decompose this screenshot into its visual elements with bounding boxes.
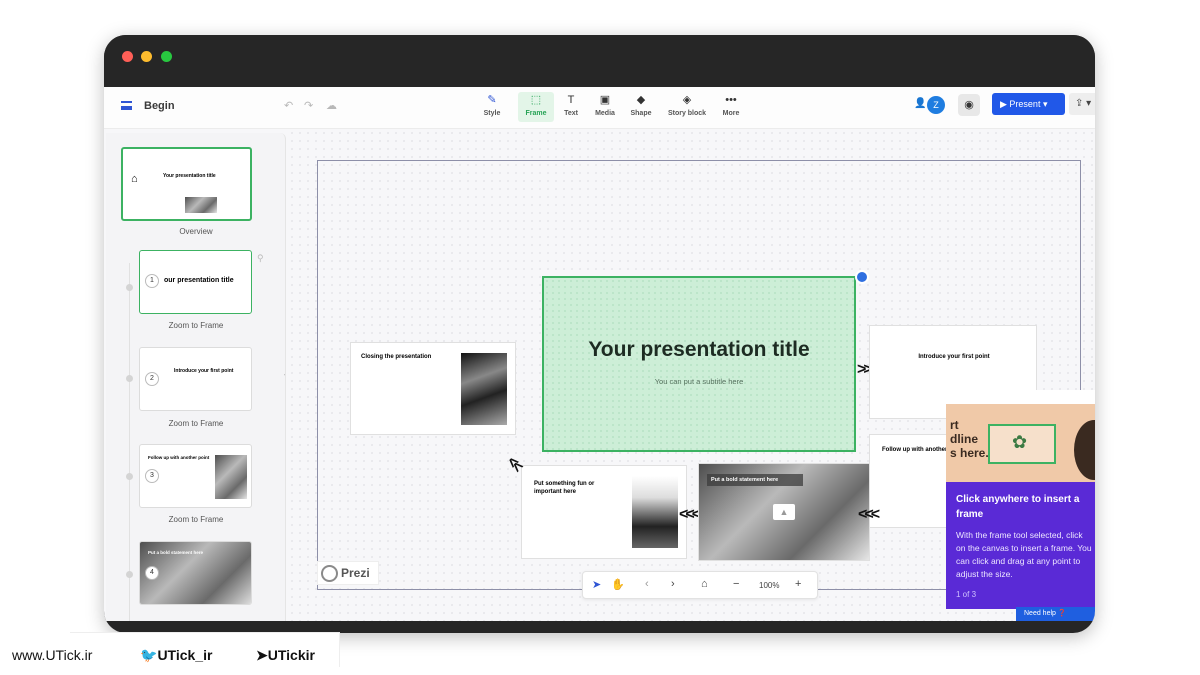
prezi-editor: Begin ↶ ↷ ☁ ✎ Style ⬚ Frame T Text ▣ Med… bbox=[104, 87, 1095, 621]
close-window-button[interactable] bbox=[122, 51, 133, 62]
cloud-sync-icon: ☁ bbox=[326, 100, 337, 112]
overview-thumbnail[interactable]: ⌂ Your presentation title bbox=[121, 147, 252, 221]
zoom-to-frame-link[interactable]: Zoom to Frame bbox=[106, 419, 285, 428]
previous-icon[interactable]: ‹ bbox=[645, 578, 649, 590]
frame-tool-tooltip[interactable]: rt dline s here. ✿ Click anywhere to inser… bbox=[946, 390, 1095, 609]
twitter-icon: 🐦 bbox=[140, 647, 158, 663]
next-icon[interactable]: › bbox=[671, 578, 675, 590]
image-placeholder-icon: ▲ bbox=[773, 504, 795, 520]
frame-thumbnail-4[interactable]: 4 Put a bold statement here bbox=[139, 541, 252, 605]
redo-icon[interactable]: ↷ bbox=[304, 99, 313, 112]
location-pin-icon: ⚲ bbox=[257, 253, 264, 263]
title-frame[interactable]: Your presentation title You can put a su… bbox=[542, 276, 856, 452]
menu-icon[interactable] bbox=[121, 101, 132, 110]
sidebar-rail bbox=[129, 263, 130, 621]
tooltip-preview-person bbox=[1074, 420, 1095, 480]
top-toolbar: Begin ↶ ↷ ☁ ✎ Style ⬚ Frame T Text ▣ Med… bbox=[104, 87, 1095, 129]
home-icon: ⌂ bbox=[131, 173, 138, 185]
tool-shape[interactable]: ◆ Shape bbox=[623, 92, 659, 122]
add-collaborator-icon[interactable]: 👤 bbox=[914, 98, 926, 109]
story-block-icon: ◈ bbox=[682, 94, 692, 106]
path-arrow-icon: <<< bbox=[679, 506, 701, 523]
closing-image bbox=[461, 353, 507, 425]
prezi-logo-icon bbox=[321, 565, 338, 582]
zoom-in-icon[interactable]: + bbox=[795, 578, 801, 590]
frame-icon: ⬚ bbox=[530, 94, 542, 106]
home-icon[interactable]: ⌂ bbox=[701, 578, 708, 590]
need-help-button[interactable]: Need help ❓ bbox=[1016, 607, 1095, 621]
tooltip-preview-image: rt dline s here. ✿ bbox=[946, 390, 1095, 482]
app-window: Begin ↶ ↷ ☁ ✎ Style ⬚ Frame T Text ▣ Med… bbox=[104, 35, 1095, 633]
frames-sidebar: ⌂ Your presentation title Overview 1 our… bbox=[106, 133, 286, 621]
preview-eye-icon[interactable]: ◉ bbox=[958, 94, 980, 116]
rail-dot bbox=[126, 473, 133, 480]
frame-3-image bbox=[215, 455, 247, 499]
brush-icon: ✎ bbox=[487, 94, 497, 106]
hand-pan-icon[interactable]: ✋ bbox=[611, 578, 625, 591]
tooltip-body: With the frame tool selected, click on t… bbox=[956, 530, 1092, 579]
maximize-window-button[interactable] bbox=[161, 51, 172, 62]
tool-frame[interactable]: ⬚ Frame bbox=[518, 92, 554, 122]
navigation-bar: ➤ ✋ ‹ › ⌂ − 100% + bbox=[582, 571, 818, 599]
bold-statement-frame[interactable]: Put a bold statement here ▲ bbox=[698, 463, 870, 561]
zoom-to-frame-link[interactable]: Zoom to Frame bbox=[106, 321, 285, 330]
zoom-level: 100% bbox=[759, 581, 780, 590]
rail-dot bbox=[126, 375, 133, 382]
tool-media[interactable]: ▣ Media bbox=[587, 92, 623, 122]
telegram-link[interactable]: ➤UTickir bbox=[256, 647, 315, 664]
more-icon: ••• bbox=[725, 94, 737, 106]
zoom-to-frame-link[interactable]: Zoom to Frame bbox=[106, 515, 285, 524]
title-bar bbox=[104, 35, 1095, 87]
frame-thumbnail-3[interactable]: 3 Follow up with another point bbox=[139, 444, 252, 508]
tooltip-preview-toolbar bbox=[946, 390, 1095, 404]
shape-icon: ◆ bbox=[636, 94, 646, 106]
tooltip-title: Click anywhere to insert a frame bbox=[956, 494, 1080, 520]
main-title: Your presentation title bbox=[588, 338, 810, 361]
twitter-link[interactable]: 🐦UTick_ir bbox=[140, 647, 212, 664]
tool-text[interactable]: T Text bbox=[553, 92, 589, 122]
collapse-sidebar-icon[interactable]: ‹ bbox=[284, 369, 285, 379]
zoom-out-icon[interactable]: − bbox=[733, 578, 739, 590]
overview-label[interactable]: Overview bbox=[106, 227, 285, 236]
closing-frame[interactable]: Closing the presentation bbox=[350, 342, 516, 435]
main-subtitle: You can put a subtitle here bbox=[654, 377, 744, 386]
overview-preview-image bbox=[185, 197, 217, 213]
undo-icon[interactable]: ↶ bbox=[284, 99, 293, 112]
tooltip-preview-frame: ✿ bbox=[988, 424, 1056, 464]
tool-style[interactable]: ✎ Style bbox=[474, 92, 510, 122]
rail-dot bbox=[126, 571, 133, 578]
lightbulb-image bbox=[632, 476, 678, 548]
frame-thumbnail-1[interactable]: 1 our presentation title bbox=[139, 250, 252, 314]
tool-more[interactable]: ••• More bbox=[713, 92, 749, 122]
telegram-icon: ➤ bbox=[256, 647, 268, 663]
path-arrow-icon: <<< bbox=[858, 506, 880, 523]
rail-dot bbox=[126, 284, 133, 291]
help-icon: ❓ bbox=[1057, 610, 1067, 617]
website-link[interactable]: www.UTick.ir bbox=[12, 647, 92, 663]
present-button[interactable]: ▶ Present ▾ bbox=[992, 93, 1065, 115]
text-icon: T bbox=[567, 94, 575, 106]
document-title[interactable]: Begin bbox=[144, 100, 175, 112]
plant-icon: ✿ bbox=[1012, 432, 1028, 452]
media-icon: ▣ bbox=[599, 94, 611, 106]
export-button[interactable]: ⇪ ▾ bbox=[1069, 93, 1095, 115]
tool-story-block[interactable]: ◈ Story block bbox=[664, 92, 710, 122]
tooltip-pager: 1 of 3 bbox=[956, 590, 977, 599]
location-pin-icon[interactable] bbox=[855, 270, 869, 284]
user-avatar[interactable]: Z bbox=[927, 96, 945, 114]
frame-thumbnail-2[interactable]: 2 Introduce your first point bbox=[139, 347, 252, 411]
minimize-window-button[interactable] bbox=[141, 51, 152, 62]
play-icon: ▶ bbox=[1000, 99, 1010, 109]
prezi-logo: Prezi bbox=[317, 561, 379, 585]
select-cursor-icon[interactable]: ➤ bbox=[592, 578, 601, 591]
tooltip-preview-text: rt dline s here. bbox=[950, 418, 989, 460]
fun-frame[interactable]: Put something fun or important here bbox=[521, 465, 687, 559]
